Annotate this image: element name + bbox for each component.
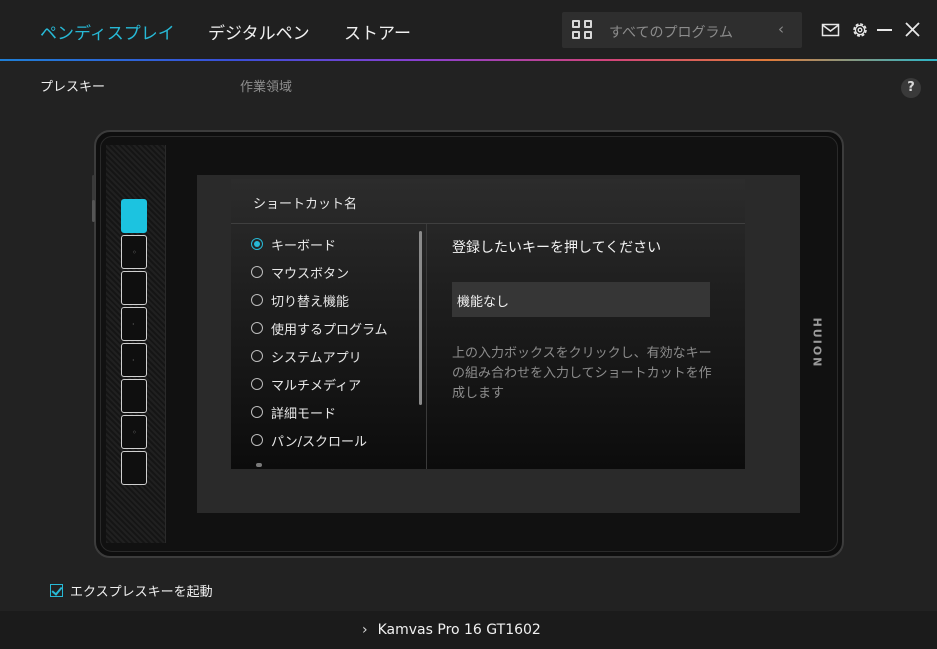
shortcut-dialog: ショートカット名 キーボード マウスボタン 切り替え機能 使用するプログラム シ…: [231, 179, 745, 469]
option-label: キーボード: [271, 238, 337, 254]
device-footer: › Kamvas Pro 16 GT1602: [0, 611, 937, 649]
chevron-right-icon[interactable]: ›: [362, 622, 368, 638]
top-bar: ペンディスプレイ デジタルペン ストアー すべてのプログラム ‹: [0, 0, 937, 60]
option-label: パン/スクロール: [271, 434, 368, 450]
huion-logo: HUION: [802, 313, 832, 373]
dialog-title: ショートカット名: [253, 197, 358, 212]
minimize-icon[interactable]: [876, 18, 893, 42]
express-key-8[interactable]: [121, 451, 147, 485]
option-multimedia[interactable]: マルチメディア: [251, 374, 361, 394]
radio-icon[interactable]: [251, 406, 263, 418]
program-search-placeholder[interactable]: すべてのプログラム: [609, 22, 733, 42]
radio-icon[interactable]: [251, 322, 263, 334]
tab-digital-pen[interactable]: デジタルペン: [208, 19, 310, 44]
dialog-column-divider: [426, 224, 427, 469]
option-pan-scroll[interactable]: パン/スクロール: [251, 430, 367, 450]
tab-pen-display[interactable]: ペンディスプレイ: [40, 19, 175, 44]
radio-icon[interactable]: [251, 350, 263, 362]
shortcut-key-value[interactable]: 機能なし: [457, 291, 509, 310]
option-label: マルチメディア: [271, 378, 362, 394]
enable-express-keys-row[interactable]: エクスプレスキーを起動: [50, 581, 213, 600]
express-key-3[interactable]: [121, 271, 147, 305]
option-mouse-button[interactable]: マウスボタン: [251, 262, 349, 282]
express-key-6[interactable]: [121, 379, 147, 413]
header-accent-divider: [0, 59, 937, 61]
grid-icon[interactable]: [572, 20, 594, 40]
option-label: 使用するプログラム: [271, 322, 388, 338]
key-dot-icon: ·: [132, 356, 135, 365]
subtab-press-keys[interactable]: プレスキー: [40, 76, 105, 95]
key-dot-icon: ◦: [132, 428, 137, 437]
express-key-4[interactable]: ·: [121, 307, 147, 341]
options-scrollbar[interactable]: [419, 231, 422, 405]
next-option-partial: [256, 463, 262, 467]
help-icon[interactable]: ?: [901, 78, 921, 98]
device-selector[interactable]: › Kamvas Pro 16 GT1602: [362, 622, 541, 638]
radio-icon[interactable]: [251, 294, 263, 306]
dialog-divider: [231, 223, 745, 224]
key-prompt-label: 登録したいキーを押してください: [452, 240, 662, 256]
key-dot-icon: ◦: [132, 248, 137, 257]
option-label: 詳細モード: [271, 406, 337, 422]
option-system-app[interactable]: システムアプリ: [251, 346, 362, 366]
enable-express-keys-label[interactable]: エクスプレスキーを起動: [70, 581, 213, 600]
option-switch-function[interactable]: 切り替え機能: [251, 290, 349, 310]
chevron-left-icon[interactable]: ‹: [778, 20, 784, 38]
express-key-5[interactable]: ·: [121, 343, 147, 377]
close-icon[interactable]: [904, 18, 921, 42]
option-label: システムアプリ: [271, 350, 362, 366]
program-search-box[interactable]: すべてのプログラム ‹: [562, 12, 802, 48]
key-dot-icon: ·: [132, 320, 135, 329]
option-advanced-mode[interactable]: 詳細モード: [251, 402, 336, 422]
subtab-work-area[interactable]: 作業領域: [240, 76, 292, 95]
radio-icon[interactable]: [251, 434, 263, 446]
option-label: マウスボタン: [271, 266, 350, 282]
shortcut-key-input[interactable]: 機能なし: [452, 282, 710, 317]
option-label: 切り替え機能: [271, 294, 350, 310]
radio-icon[interactable]: [251, 378, 263, 390]
mail-icon[interactable]: [821, 18, 840, 42]
option-run-program[interactable]: 使用するプログラム: [251, 318, 388, 338]
checkbox-checked-icon[interactable]: [50, 584, 63, 597]
shortcut-hint-text: 上の入力ボックスをクリックし、有効なキーの組み合わせを入力してショートカットを作…: [452, 346, 712, 401]
radio-selected-icon[interactable]: [251, 238, 263, 250]
tablet-side-button-highlight: [92, 200, 95, 222]
option-keyboard[interactable]: キーボード: [251, 234, 336, 254]
express-key-1[interactable]: [121, 199, 147, 233]
express-key-7[interactable]: ◦: [121, 415, 147, 449]
express-key-2[interactable]: ◦: [121, 235, 147, 269]
radio-icon[interactable]: [251, 266, 263, 278]
gear-icon[interactable]: [850, 18, 870, 42]
tab-store[interactable]: ストアー: [344, 19, 411, 44]
device-name[interactable]: Kamvas Pro 16 GT1602: [378, 622, 541, 638]
huion-logo-text: HUION: [810, 317, 824, 369]
